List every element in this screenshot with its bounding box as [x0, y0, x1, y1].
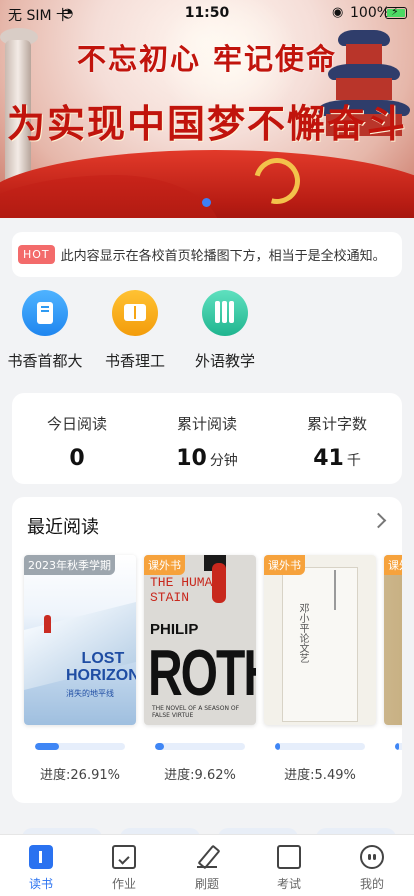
progress-fill [395, 743, 399, 750]
hot-badge: HOT [18, 245, 55, 264]
shortcut-label: 外语教学 [194, 352, 255, 370]
book-cover: 邓小平论文艺 课外书 [264, 555, 376, 725]
figure-illustration [44, 615, 51, 633]
tab-label: 读书 [28, 877, 53, 891]
tab-homework[interactable]: 作业 [83, 845, 165, 892]
banner-line-2: 为实现中国梦不懈奋斗 [6, 101, 407, 146]
shortcut-shuxiang-ligong[interactable]: 书香理工 [90, 290, 180, 371]
book-icon [22, 290, 68, 336]
book-cover: THE HUMAN STAIN PHILIP ROTH THE NOVEL OF… [144, 555, 256, 725]
cover-title: 邓小平论文艺 [297, 603, 308, 663]
stat-total-words: 累计字数 41 千 [272, 413, 402, 471]
tab-label: 考试 [276, 877, 301, 891]
cover-blurb: THE NOVEL OF A SEASON OF FALSE VIRTUE [152, 705, 240, 719]
stat-today: 今日阅读 0 [12, 413, 142, 471]
recent-reading-card: 最近阅读 LOST HORIZON 消失的地平线 2023年秋季学期 进度:26… [12, 497, 402, 803]
shortcut-label: 书香理工 [104, 352, 165, 370]
stat-value: 10 [176, 446, 207, 471]
progress-bar [155, 743, 245, 750]
orientation-lock-icon: ◉ [332, 5, 344, 20]
stat-unit: 分钟 [209, 453, 238, 469]
section-title: 最近阅读 [27, 517, 99, 538]
tab-label: 作业 [111, 877, 136, 891]
progress-fill [275, 743, 280, 750]
semester-badge: 2023年秋季学期 [24, 555, 115, 575]
chevron-right-icon[interactable] [370, 512, 387, 529]
book-item[interactable]: 邓小平论文艺 课外书 进度:5.49% [264, 555, 376, 783]
stat-value: 41 [313, 446, 344, 471]
tab-label: 刷题 [194, 877, 219, 891]
progress-fill [35, 743, 60, 750]
book-item[interactable]: LOST HORIZON 消失的地平线 2023年秋季学期 进度:26.91% [24, 555, 136, 783]
tab-exam[interactable]: 考试 [248, 845, 330, 892]
tab-label: 我的 [359, 877, 384, 891]
stat-unit: 千 [346, 453, 361, 469]
banner-carousel[interactable]: 不忘初心 牢记使命 为实现中国梦不懈奋斗 [0, 0, 414, 218]
exam-icon [277, 845, 301, 869]
tab-read[interactable]: 读书 [0, 845, 82, 892]
bottom-tab-bar: 读书 作业 刷题 考试 我的 [0, 834, 414, 896]
progress-bar [275, 743, 365, 750]
book-cover: 课外书 [384, 555, 402, 725]
carousel-indicator[interactable] [202, 198, 211, 207]
cover-title: LOST HORIZON [66, 650, 136, 684]
banner-line-1: 不忘初心 牢记使命 [76, 42, 338, 76]
extracurricular-badge: 课外书 [384, 555, 402, 575]
progress-text: 进度:9.62% [164, 768, 236, 783]
shortcut-label: 书香首都大 [7, 352, 83, 370]
book-cover: LOST HORIZON 消失的地平线 2023年秋季学期 [24, 555, 136, 725]
pen-icon [195, 845, 219, 869]
stat-label: 累计字数 [306, 415, 367, 433]
extracurricular-badge: 课外书 [144, 555, 185, 575]
cover-title: THE HUMAN STAIN [150, 575, 221, 605]
battery-icon: ⚡ [385, 5, 407, 19]
progress-fill [155, 743, 164, 750]
progress-text: 进度:26.91% [40, 768, 120, 783]
progress-bar [395, 743, 402, 750]
book-item[interactable]: 课外书 [384, 555, 402, 750]
notice-text: 此内容显示在各校首页轮播图下方，相当于是全校通知。 [60, 249, 386, 264]
progress-text: 进度:5.49% [284, 768, 356, 783]
stat-value: 0 [69, 446, 85, 471]
cover-author-first: PHILIP [150, 621, 199, 638]
status-bar: 无 SIM 卡 ◔ 11:50 ◉ 100% ⚡ [0, 0, 414, 28]
reading-stats-card: 今日阅读 0 累计阅读 10 分钟 累计字数 41 千 [12, 393, 402, 484]
tab-profile[interactable]: 我的 [331, 845, 413, 892]
extracurricular-badge: 课外书 [264, 555, 305, 575]
open-book-icon [112, 290, 158, 336]
school-notice[interactable]: HOT 此内容显示在各校首页轮播图下方，相当于是全校通知。 [12, 232, 402, 277]
book-item[interactable]: THE HUMAN STAIN PHILIP ROTH THE NOVEL OF… [144, 555, 256, 783]
homework-icon [112, 845, 136, 869]
progress-bar [35, 743, 125, 750]
stat-label: 今日阅读 [46, 415, 107, 433]
book-tab-icon [29, 845, 53, 869]
shortcut-shuxiang-shoudu[interactable]: 书香首都大 [0, 290, 90, 371]
cover-subtitle: 消失的地平线 [66, 689, 114, 698]
tab-practice[interactable]: 刷题 [166, 845, 248, 892]
profile-icon [360, 845, 384, 869]
cover-author-last: ROTH [148, 638, 256, 710]
shortcut-foreign-language[interactable]: 外语教学 [180, 290, 270, 371]
stat-label: 累计阅读 [176, 415, 237, 433]
stat-total-time: 累计阅读 10 分钟 [142, 413, 272, 471]
books-shelf-icon [202, 290, 248, 336]
